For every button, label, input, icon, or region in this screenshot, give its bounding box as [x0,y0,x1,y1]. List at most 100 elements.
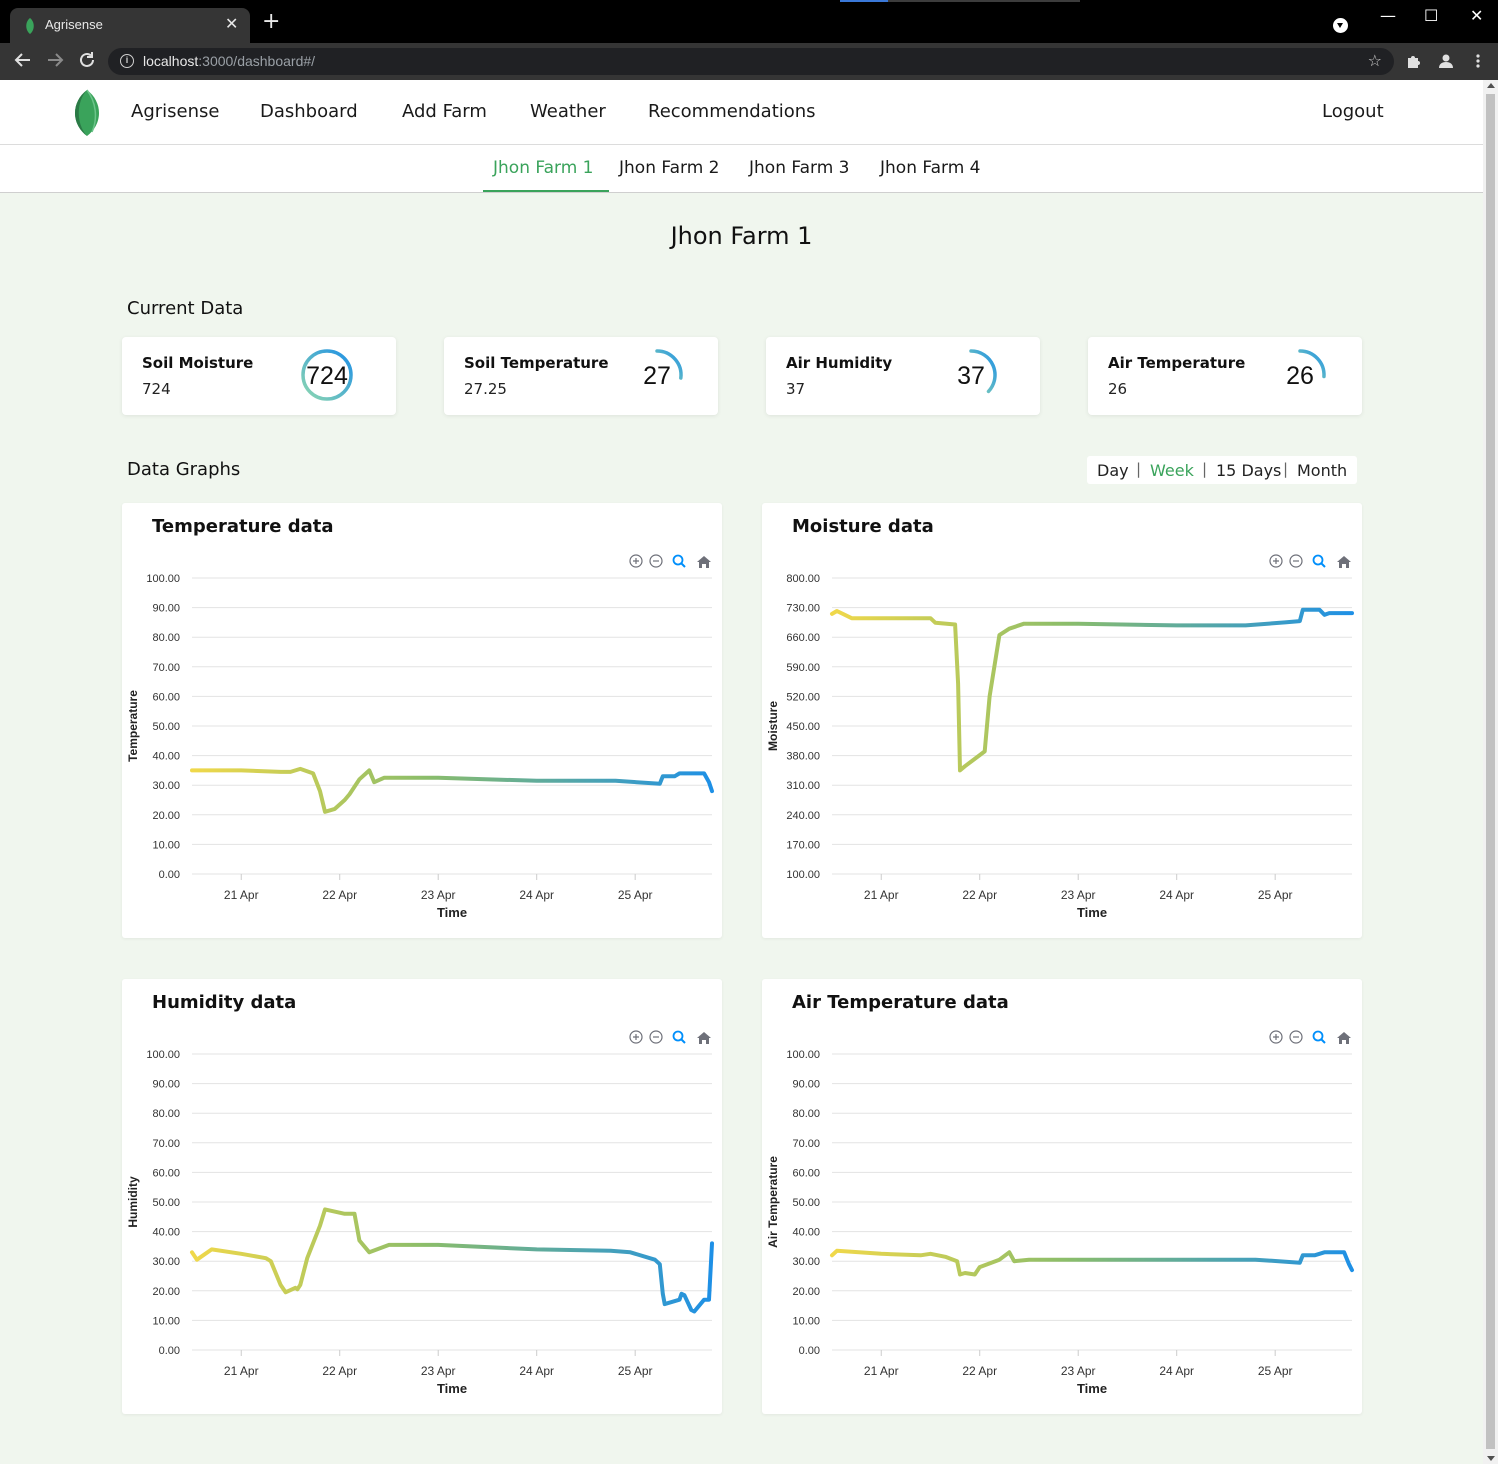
address-bar[interactable]: i localhost:3000/dashboard#/ ☆ [108,48,1394,75]
zoom-in-icon[interactable] [629,1030,643,1044]
y-tick-label: 70.00 [152,1138,180,1150]
x-tick-label: 23 Apr [421,888,456,902]
bookmark-star-icon[interactable]: ☆ [1368,51,1382,70]
y-tick-label: 60.00 [152,1167,180,1179]
maximize-icon[interactable]: ☐ [1424,8,1438,24]
zoom-in-icon[interactable] [1269,554,1283,568]
x-tick-label: 21 Apr [864,1364,899,1378]
selection-zoom-icon[interactable] [1312,1030,1326,1044]
reset-home-icon[interactable] [1337,1032,1351,1044]
zoom-in-icon[interactable] [1269,1030,1283,1044]
reset-home-icon[interactable] [1337,556,1351,568]
range-15-days[interactable]: 15 Days [1216,461,1281,480]
range-week[interactable]: Week [1150,461,1194,480]
forward-icon[interactable] [46,51,64,74]
zoom-out-icon[interactable] [649,554,663,568]
extensions-icon[interactable] [1406,53,1422,72]
y-tick-label: 40.00 [792,1227,820,1239]
selection-zoom-icon[interactable] [1312,554,1326,568]
agrisense-leaf-logo-icon[interactable] [68,88,106,138]
x-tick-label: 23 Apr [421,1364,456,1378]
range-day[interactable]: Day [1097,461,1129,480]
y-tick-label: 10.00 [152,1315,180,1327]
card-value: 27.25 [464,380,507,398]
scroll-up-icon[interactable] [1487,83,1495,88]
profile-icon[interactable] [1438,53,1454,72]
nav-weather[interactable]: Weather [530,101,606,122]
y-tick-label: 80.00 [152,1108,180,1120]
scrollbar-thumb[interactable] [1486,94,1495,1449]
y-tick-label: 100.00 [786,1049,820,1061]
reset-home-icon[interactable] [697,1032,711,1044]
y-tick-label: 0.00 [159,869,180,881]
soil-temperature-card: Soil Temperature 27.25 27 [444,337,718,415]
menu-kebab-icon[interactable] [1474,53,1482,72]
logout-link[interactable]: Logout [1322,101,1384,122]
nav-dashboard[interactable]: Dashboard [260,101,358,122]
card-label: Soil Moisture [142,354,254,372]
back-icon[interactable] [14,51,32,74]
reset-home-icon[interactable] [697,556,711,568]
y-tick-label: 380.00 [786,751,820,763]
y-tick-label: 40.00 [152,751,180,763]
range-separator: | [1202,460,1208,478]
selection-zoom-icon[interactable] [672,1030,686,1044]
x-tick-label: 22 Apr [322,1364,357,1378]
selection-zoom-icon[interactable] [672,554,686,568]
range-month[interactable]: Month [1297,461,1347,480]
scroll-down-icon[interactable] [1487,1456,1495,1461]
minimize-icon[interactable]: — [1380,8,1396,24]
time-range-selector: Day | Week | 15 Days | Month [1087,456,1357,484]
y-tick-label: 50.00 [152,1197,180,1209]
tab-farm-2[interactable]: Jhon Farm 2 [619,158,719,178]
nav-brand[interactable]: Agrisense [131,101,219,122]
browser-titlebar: Agrisense ✕ + — ☐ ✕ [0,0,1498,43]
active-tab-underline [483,190,609,192]
humidity-chart[interactable]: 100.00 90.00 80.00 70.00 60.00 50.00 40.00 30.0… [122,979,722,1414]
y-tick-label: 800.00 [786,573,820,585]
tab-farm-4[interactable]: Jhon Farm 4 [880,158,980,178]
site-info-icon[interactable]: i [120,54,134,68]
x-tick-label: 23 Apr [1061,1364,1096,1378]
x-axis-title: Time [1077,1381,1107,1396]
y-axis-title: Moisture [766,701,780,751]
page-title: Jhon Farm 1 [670,222,813,250]
x-tick-label: 22 Apr [962,888,997,902]
y-tick-label: 40.00 [152,1227,180,1239]
window-close-icon[interactable]: ✕ [1470,8,1483,24]
reload-icon[interactable] [78,51,96,74]
temperature-chart[interactable]: 100.00 90.00 80.00 70.00 60.00 50.00 40.00 30.0… [122,503,722,938]
y-tick-label: 50.00 [152,721,180,733]
nav-add-farm[interactable]: Add Farm [402,101,487,122]
range-separator: | [1283,460,1289,478]
nav-recommendations[interactable]: Recommendations [648,101,816,122]
new-tab-icon[interactable]: + [262,11,280,33]
y-tick-label: 80.00 [152,632,180,644]
card-label: Soil Temperature [464,354,609,372]
y-tick-label: 520.00 [786,691,820,703]
card-label: Air Temperature [1108,354,1246,372]
zoom-out-icon[interactable] [1289,1030,1303,1044]
zoom-out-icon[interactable] [649,1030,663,1044]
y-tick-label: 20.00 [152,1286,180,1298]
zoom-in-icon[interactable] [629,554,643,568]
tab-close-icon[interactable]: ✕ [225,14,238,33]
zoom-out-icon[interactable] [1289,554,1303,568]
gauge-value: 27 [643,362,671,390]
browser-tab[interactable]: Agrisense ✕ [10,8,250,43]
tab-farm-3[interactable]: Jhon Farm 3 [749,158,849,178]
gauge-value: 37 [957,362,985,390]
moisture-chart[interactable]: 800.00 730.00 660.00 590.00 520.00 450.00 380.… [762,503,1362,938]
url-host: localhost [143,53,199,69]
tab-search-icon[interactable] [1333,18,1348,33]
x-tick-label: 21 Apr [224,1364,259,1378]
titlebar-highlight-dim [888,0,1080,2]
tab-farm-1[interactable]: Jhon Farm 1 [493,158,593,178]
air-temperature-chart[interactable]: 100.00 90.00 80.00 70.00 60.00 50.00 40.00 30.0… [762,979,1362,1414]
farm-tabs: Jhon Farm 1 Jhon Farm 2 Jhon Farm 3 Jhon… [0,145,1483,193]
x-tick-label: 25 Apr [618,1364,653,1378]
page-scrollbar[interactable] [1483,80,1498,1464]
air-temperature-chart-card: Air Temperature data 100.00 90.00 80.00 70.… [762,979,1362,1414]
x-tick-label: 22 Apr [322,888,357,902]
soil-moisture-card: Soil Moisture 724 724 [122,337,396,415]
